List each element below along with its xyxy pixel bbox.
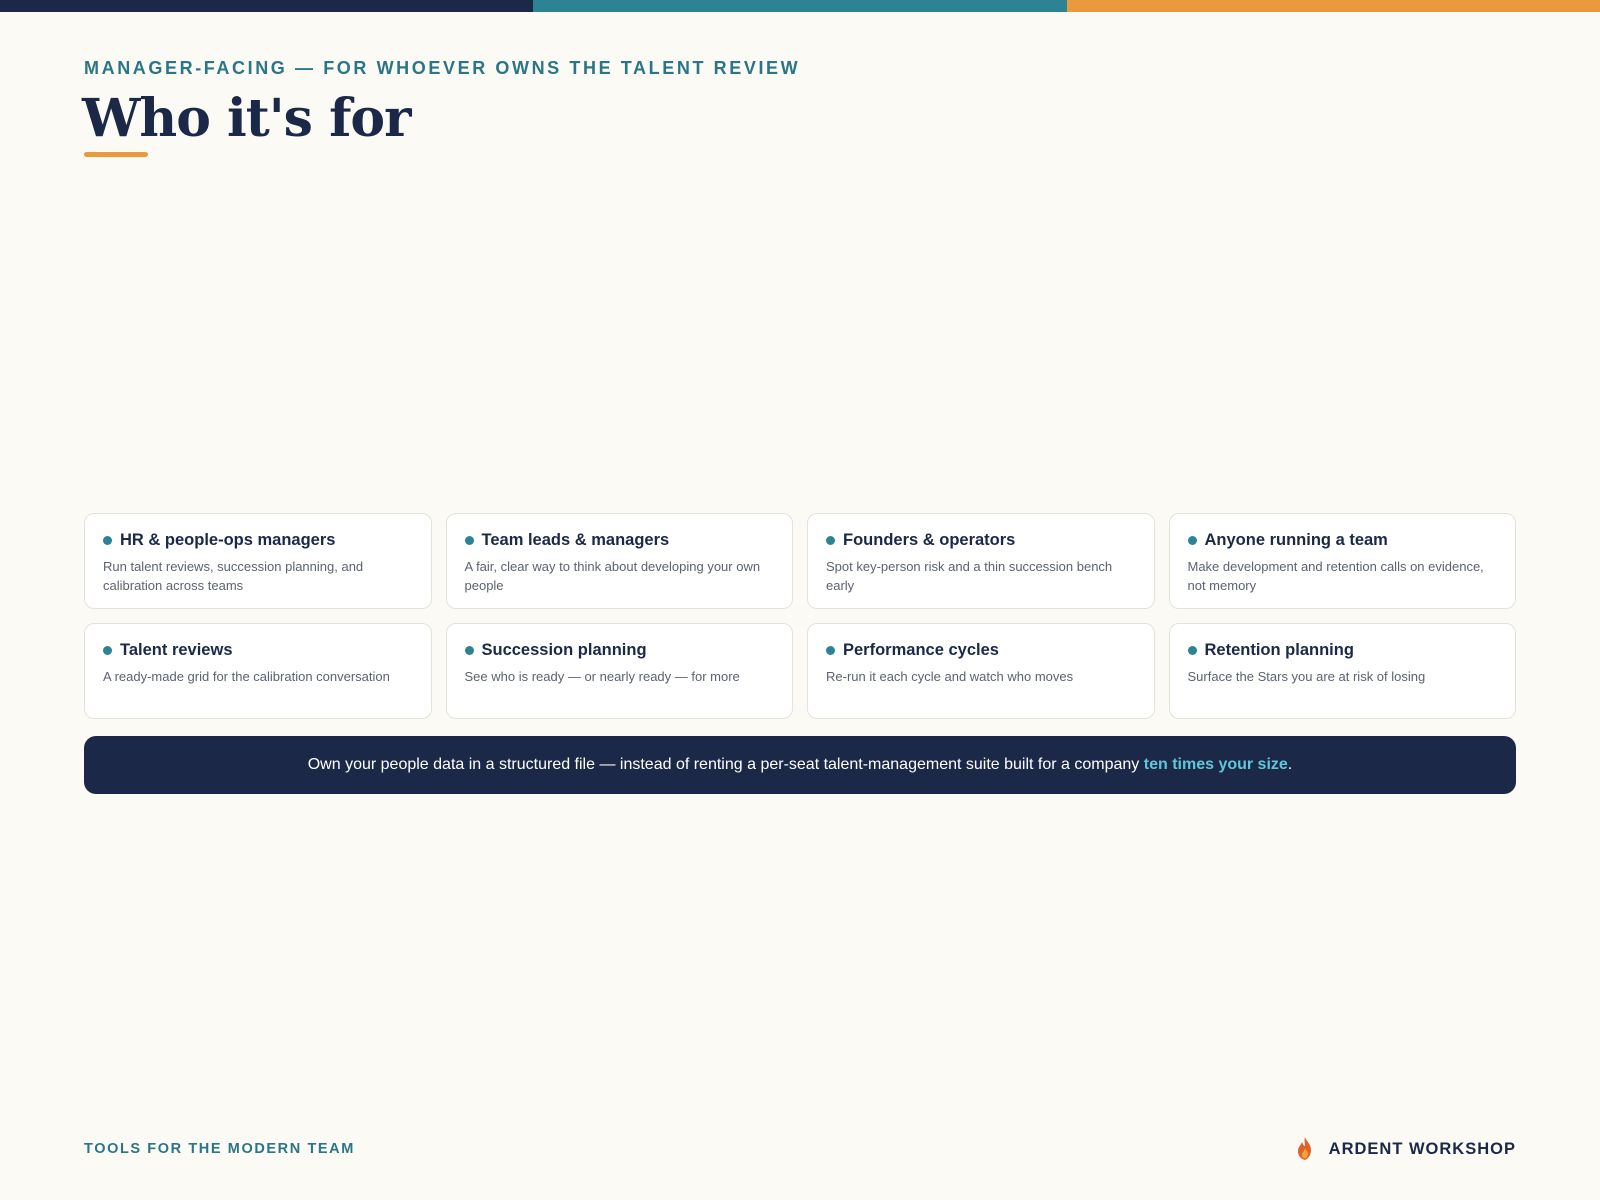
brand-name: ARDENT WORKSHOP (1328, 1139, 1516, 1158)
card-description: A fair, clear way to think about develop… (464, 559, 761, 593)
banner-text: Own your people data in a structured fil… (308, 756, 1293, 774)
card-title: Founders & operators (843, 531, 1016, 549)
banner-text-end: . (1287, 756, 1293, 773)
card-description: See who is ready — or nearly ready — for… (464, 669, 740, 684)
card-title: Anyone running a team (1204, 531, 1388, 549)
eyebrow-label: MANAGER-FACING — FOR WHOEVER OWNS THE TA… (84, 58, 801, 78)
flame-icon (1297, 1137, 1311, 1160)
audience-card-grid: HR & people-ops managers Run talent revi… (84, 513, 1516, 719)
card-description: Spot key-person risk and a thin successi… (826, 559, 1113, 593)
card-title: Retention planning (1204, 641, 1354, 659)
top-bar-orange-segment (1066, 0, 1600, 12)
use-case-card: Performance cycles Re-run it each cycle … (807, 623, 1155, 719)
bullet-dot-icon (826, 646, 835, 655)
card-title: Succession planning (481, 641, 647, 659)
title-underline (84, 152, 148, 157)
card-title: Talent reviews (120, 641, 233, 659)
card-description: A ready-made grid for the calibration co… (103, 669, 390, 684)
card-title: HR & people-ops managers (120, 531, 336, 549)
card-title: Performance cycles (843, 641, 999, 659)
use-case-card: Succession planning See who is ready — o… (445, 623, 793, 719)
use-case-card: Retention planning Surface the Stars you… (1168, 623, 1516, 719)
bullet-dot-icon (826, 536, 835, 545)
value-banner: Own your people data in a structured fil… (84, 736, 1516, 794)
banner-highlight: ten times your size (1143, 756, 1288, 773)
card-description: Re-run it each cycle and watch who moves (826, 669, 1074, 684)
use-case-card: Talent reviews A ready-made grid for the… (84, 623, 432, 719)
footer-tagline: TOOLS FOR THE MODERN TEAM (84, 1141, 355, 1157)
top-bar-teal-segment (533, 0, 1067, 12)
bullet-dot-icon (103, 646, 112, 655)
card-title: Team leads & managers (481, 531, 670, 549)
bullet-dot-icon (1187, 536, 1197, 545)
card-description: Run talent reviews, succession planning,… (103, 559, 364, 593)
bullet-dot-icon (103, 536, 112, 545)
card-description: Make development and retention calls on … (1187, 559, 1484, 593)
audience-card: HR & people-ops managers Run talent revi… (84, 513, 432, 609)
bullet-dot-icon (464, 536, 474, 545)
footer-brand: ARDENT WORKSHOP (1293, 1136, 1516, 1162)
audience-card: Founders & operators Spot key-person ris… (807, 513, 1155, 609)
card-description: Surface the Stars you are at risk of los… (1187, 669, 1426, 684)
page-title: Who it's for (82, 88, 412, 149)
top-color-bar (0, 0, 1600, 12)
audience-card: Anyone running a team Make development a… (1168, 513, 1516, 609)
audience-card: Team leads & managers A fair, clear way … (445, 513, 793, 609)
bullet-dot-icon (1187, 646, 1197, 655)
top-bar-navy-segment (0, 0, 534, 12)
bullet-dot-icon (464, 646, 474, 655)
banner-text-main: Own your people data in a structured fil… (307, 756, 1144, 773)
